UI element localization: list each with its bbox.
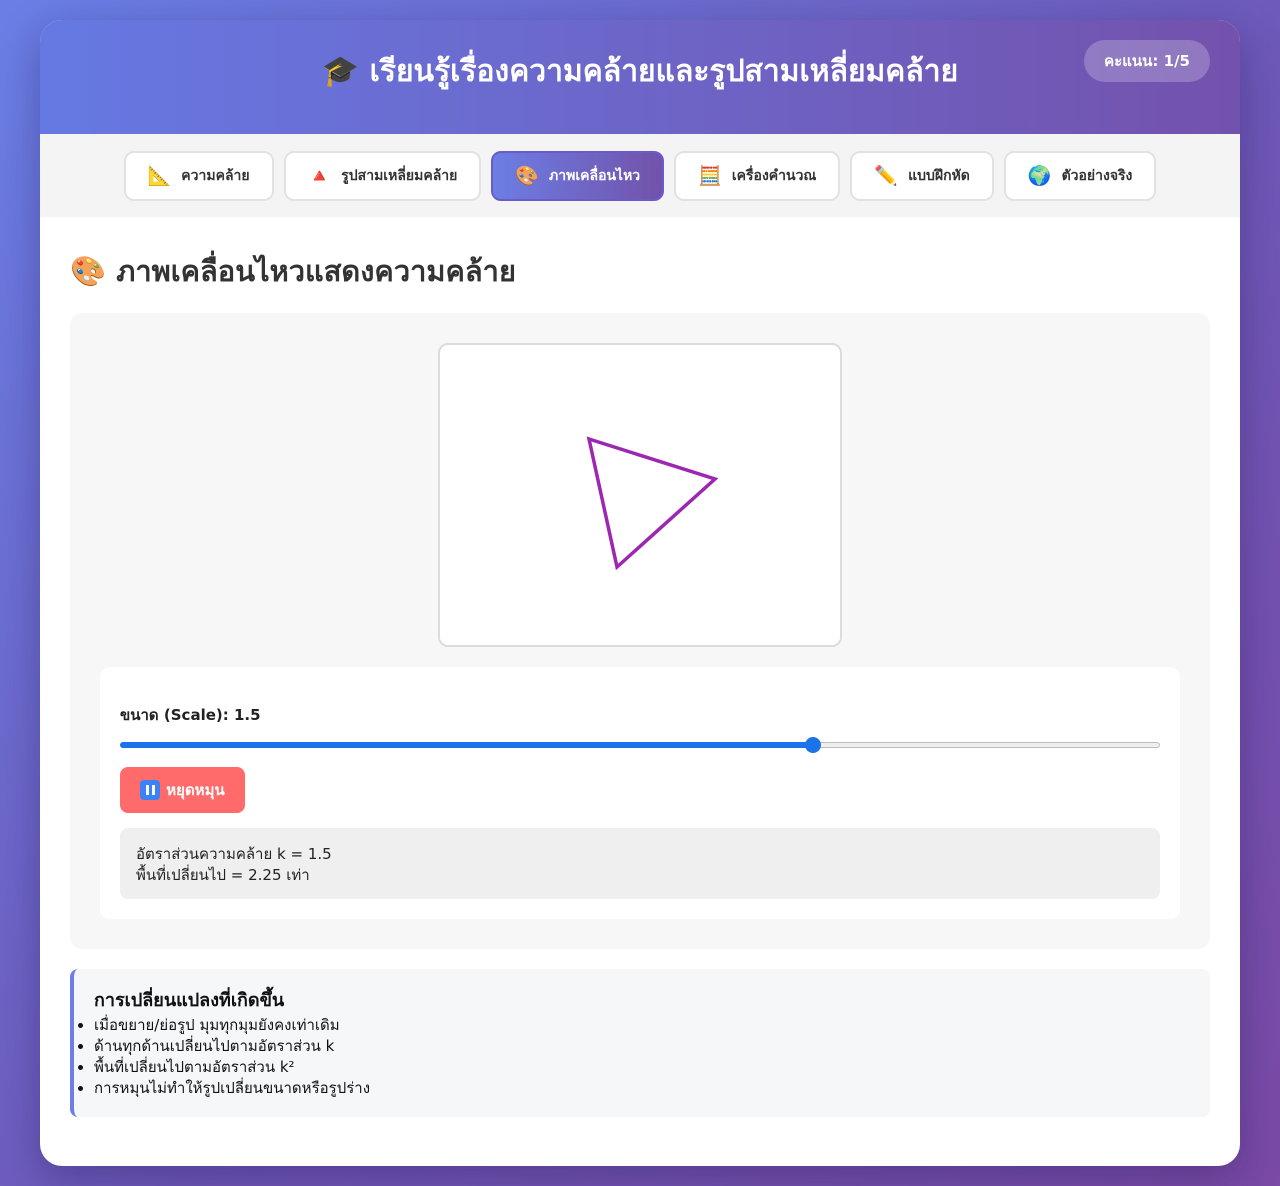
app-header: 🎓 เรียนรู้เรื่องความคล้ายและรูปสามเหลี่ย… bbox=[40, 20, 1240, 134]
tab-label: แบบฝึกหัด bbox=[908, 167, 970, 184]
tab-real-examples[interactable]: 🌍 ตัวอย่างจริง bbox=[1003, 150, 1157, 201]
list-item: ด้านทุกด้านเปลี่ยนไปตามอัตราส่วน k bbox=[78, 1036, 1190, 1057]
section-title: 🎨 ภาพเคลื่อนไหวแสดงความคล้าย bbox=[70, 254, 516, 288]
abacus-icon: 🧮 bbox=[698, 165, 722, 187]
tab-label: ตัวอย่างจริง bbox=[1061, 167, 1133, 184]
changes-list: เมื่อขยาย/ย่อรูป มุมทุกมุมยังคงเท่าเดิม … bbox=[78, 1015, 1190, 1099]
page-title: 🎓 เรียนรู้เรื่องความคล้ายและรูปสามเหลี่ย… bbox=[321, 54, 959, 89]
tab-label: ความคล้าย bbox=[181, 167, 250, 184]
ratio-info-box: อัตราส่วนความคล้าย k = 1.5 พื้นที่เปลี่ย… bbox=[120, 828, 1160, 899]
controls-panel: ขนาด (Scale): 1.5 หยุดหมุน อัตราส่วนความ… bbox=[100, 667, 1180, 919]
app-card: 🎓 เรียนรู้เรื่องความคล้ายและรูปสามเหลี่ย… bbox=[40, 20, 1240, 1166]
tab-label: ภาพเคลื่อนไหว bbox=[549, 167, 641, 184]
main-content: 🎨 ภาพเคลื่อนไหวแสดงความคล้าย ขนาด (Scale… bbox=[40, 217, 1240, 1117]
tab-calculator[interactable]: 🧮 เครื่องคำนวณ bbox=[674, 150, 841, 201]
tab-exercises[interactable]: ✏️ แบบฝึกหัด bbox=[850, 150, 994, 201]
animated-triangle bbox=[586, 436, 719, 571]
globe-icon: 🌍 bbox=[1027, 165, 1052, 187]
red-triangle-icon: 🔺 bbox=[307, 165, 332, 187]
tab-bar: 📐 ความคล้าย 🔺 รูปสามเหลี่ยมคล้าย 🎨 ภาพเค… bbox=[40, 134, 1240, 217]
tab-label: รูปสามเหลี่ยมคล้าย bbox=[341, 167, 458, 184]
slider-thumb[interactable] bbox=[805, 737, 822, 753]
list-item: เมื่อขยาย/ย่อรูป มุมทุกมุมยังคงเท่าเดิม bbox=[78, 1015, 1190, 1036]
animation-canvas bbox=[438, 343, 842, 647]
scale-label: ขนาด (Scale): 1.5 bbox=[120, 706, 261, 724]
triangle-canvas-svg bbox=[586, 436, 719, 571]
area-text: พื้นที่เปลี่ยนไป = 2.25 เท่า bbox=[136, 866, 310, 884]
pause-rotation-button[interactable]: หยุดหมุน bbox=[120, 767, 245, 813]
tab-similar-triangles[interactable]: 🔺 รูปสามเหลี่ยมคล้าย bbox=[283, 150, 482, 201]
tab-similarity[interactable]: 📐 ความคล้าย bbox=[123, 150, 274, 201]
tab-label: เครื่องคำนวณ bbox=[731, 167, 817, 184]
tab-animation[interactable]: 🎨 ภาพเคลื่อนไหว bbox=[491, 150, 665, 201]
changes-box: การเปลี่ยนแปลงที่เกิดขึ้น เมื่อขยาย/ย่อร… bbox=[70, 969, 1210, 1117]
animation-panel: ขนาด (Scale): 1.5 หยุดหมุน อัตราส่วนความ… bbox=[70, 313, 1210, 949]
triangle-ruler-icon: 📐 bbox=[147, 165, 172, 187]
pencil-icon: ✏️ bbox=[874, 165, 899, 187]
pause-icon bbox=[140, 780, 161, 800]
pause-button-label: หยุดหมุน bbox=[166, 781, 225, 799]
slider-fill bbox=[120, 742, 814, 748]
scale-slider[interactable] bbox=[120, 737, 1160, 753]
palette-icon: 🎨 bbox=[515, 165, 540, 187]
score-badge: คะแนน: 1/5 bbox=[1084, 40, 1210, 82]
changes-title: การเปลี่ยนแปลงที่เกิดขึ้น bbox=[94, 990, 285, 1011]
list-item: พื้นที่เปลี่ยนไปตามอัตราส่วน k² bbox=[78, 1057, 1190, 1078]
ratio-text: อัตราส่วนความคล้าย k = 1.5 bbox=[136, 845, 332, 863]
list-item: การหมุนไม่ทำให้รูปเปลี่ยนขนาดหรือรูปร่าง bbox=[78, 1078, 1190, 1099]
